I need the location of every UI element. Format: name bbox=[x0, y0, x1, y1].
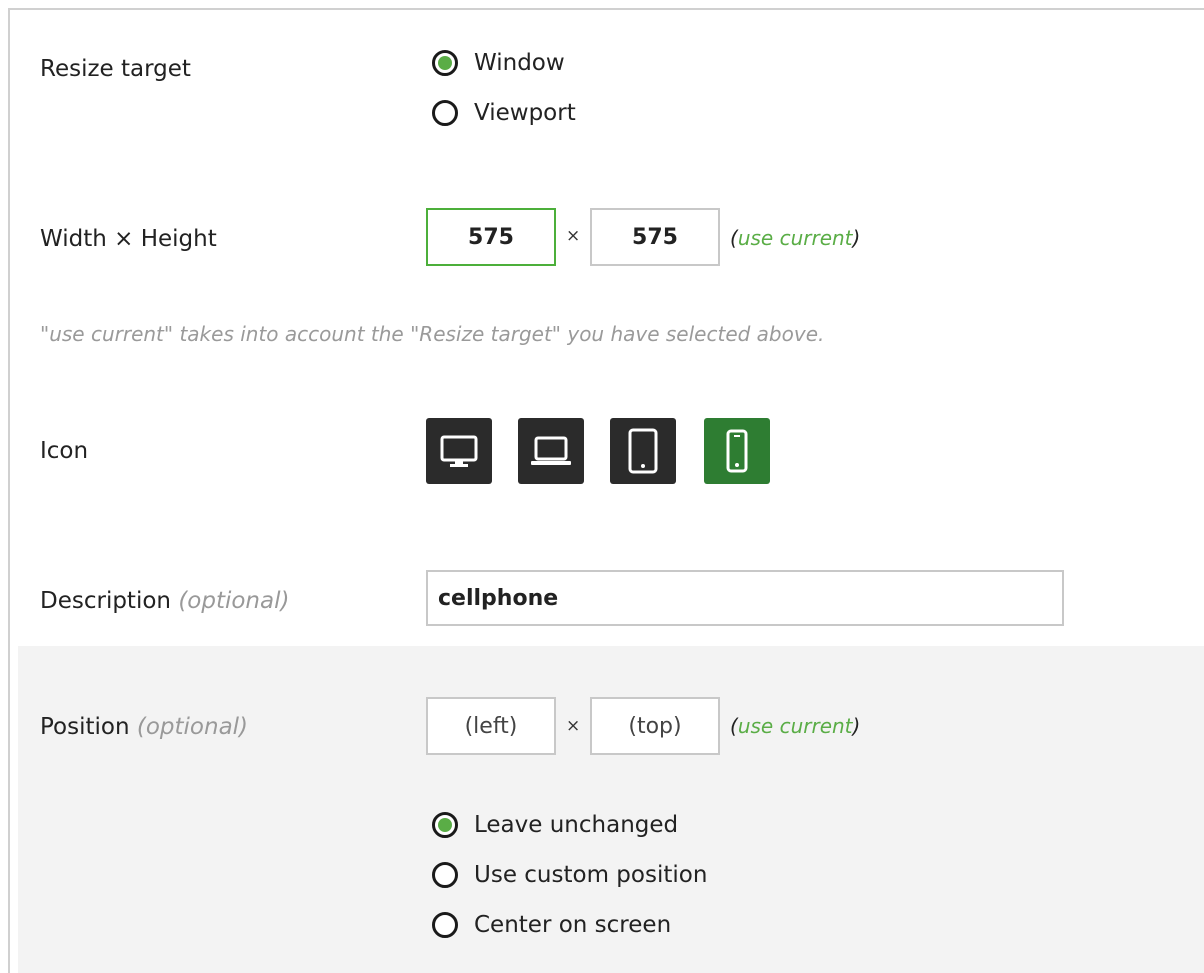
width-height-label: Width × Height bbox=[40, 226, 217, 252]
radio-label-viewport: Viewport bbox=[474, 100, 576, 126]
radio-button-unchecked[interactable] bbox=[432, 862, 458, 888]
use-current-link[interactable]: use current bbox=[738, 714, 853, 738]
use-current-link[interactable]: use current bbox=[738, 226, 853, 250]
use-current-hint: "use current" takes into account the "Re… bbox=[40, 322, 825, 346]
radio-button-checked[interactable] bbox=[432, 812, 458, 838]
radio-label-use-custom-position: Use custom position bbox=[474, 862, 708, 888]
description-label-text: Description bbox=[40, 588, 171, 614]
times-separator: × bbox=[566, 226, 581, 246]
paren-open: ( bbox=[730, 714, 738, 738]
position-label-text: Position bbox=[40, 714, 130, 740]
description-label: Description (optional) bbox=[40, 588, 289, 614]
position-label: Position (optional) bbox=[40, 714, 248, 740]
laptop-icon bbox=[531, 436, 571, 465]
paren-close: ) bbox=[852, 714, 861, 738]
height-input[interactable] bbox=[590, 208, 720, 266]
paren-open: ( bbox=[730, 226, 738, 250]
cellphone-icon bbox=[726, 429, 748, 473]
radio-label-window: Window bbox=[474, 50, 565, 76]
resize-target-radio-group: Window Viewport bbox=[432, 38, 576, 138]
position-left-input[interactable] bbox=[426, 697, 556, 755]
times-separator: × bbox=[566, 716, 581, 736]
description-input[interactable] bbox=[426, 570, 1064, 626]
radio-viewport[interactable]: Viewport bbox=[432, 88, 576, 138]
radio-label-center-on-screen: Center on screen bbox=[474, 912, 672, 938]
paren-close: ) bbox=[852, 226, 861, 250]
radio-use-custom-position[interactable]: Use custom position bbox=[432, 850, 707, 900]
icon-label: Icon bbox=[40, 438, 89, 464]
use-current-position: (use current) bbox=[730, 714, 860, 738]
resize-target-label: Resize target bbox=[40, 56, 191, 82]
radio-button-checked[interactable] bbox=[432, 50, 458, 76]
laptop-icon-button[interactable] bbox=[518, 418, 584, 484]
radio-label-leave-unchanged: Leave unchanged bbox=[474, 812, 679, 838]
position-top-input[interactable] bbox=[590, 697, 720, 755]
desktop-icon bbox=[440, 435, 478, 467]
tablet-icon bbox=[628, 428, 658, 474]
radio-center-on-screen[interactable]: Center on screen bbox=[432, 900, 707, 950]
cellphone-icon-button[interactable] bbox=[704, 418, 770, 484]
position-optional: (optional) bbox=[136, 714, 249, 740]
description-optional: (optional) bbox=[178, 588, 290, 614]
desktop-icon-button[interactable] bbox=[426, 418, 492, 484]
radio-window[interactable]: Window bbox=[432, 38, 576, 88]
tablet-icon-button[interactable] bbox=[610, 418, 676, 484]
radio-leave-unchanged[interactable]: Leave unchanged bbox=[432, 800, 707, 850]
radio-button-unchecked[interactable] bbox=[432, 100, 458, 126]
use-current-dimensions: (use current) bbox=[730, 226, 860, 250]
position-radio-group: Leave unchanged Use custom position Cent… bbox=[432, 800, 707, 950]
width-input[interactable] bbox=[426, 208, 556, 266]
radio-button-unchecked[interactable] bbox=[432, 912, 458, 938]
